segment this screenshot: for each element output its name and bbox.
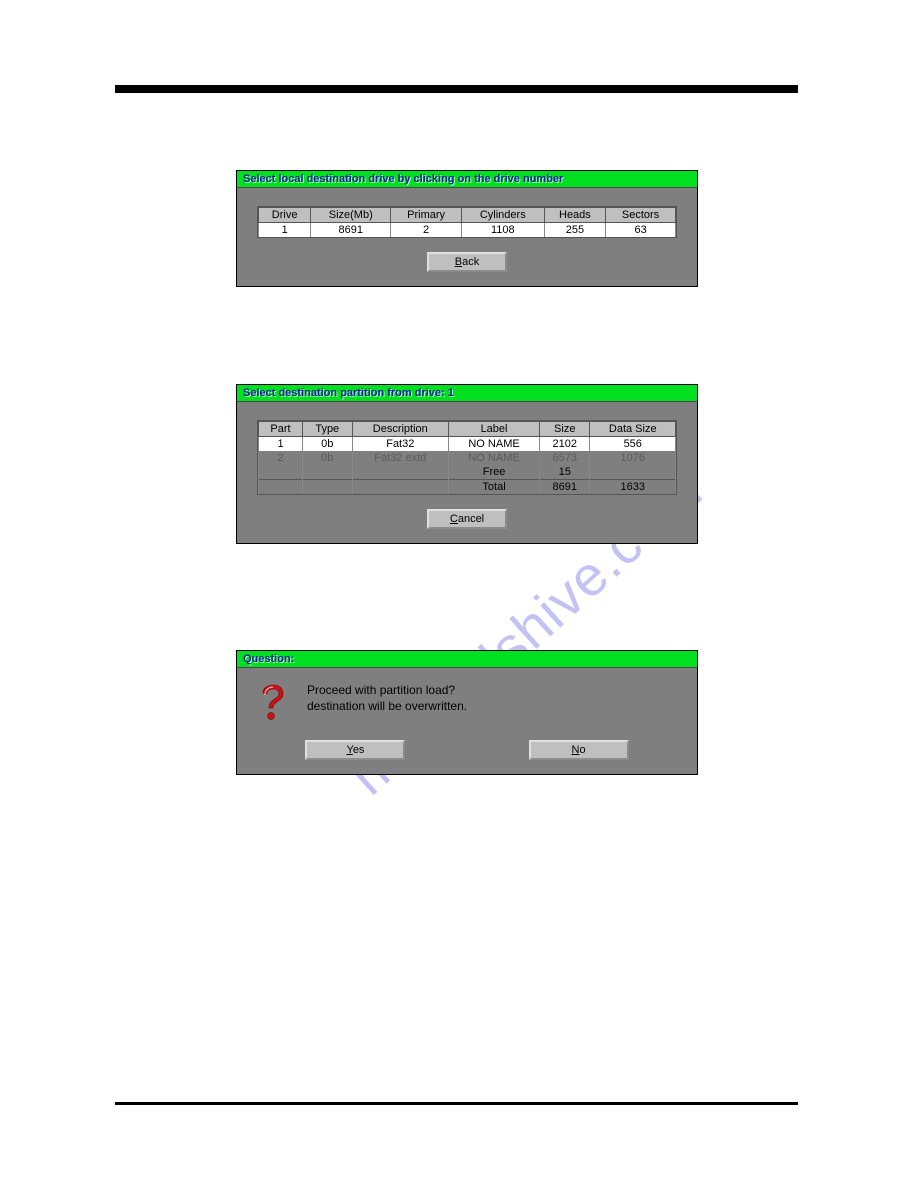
back-button[interactable]: Back	[427, 252, 507, 272]
table-row[interactable]: 1 0b Fat32 NO NAME 2102 556	[259, 437, 676, 452]
cell-primary: 2	[391, 223, 462, 238]
question-line2: destination will be overwritten.	[307, 698, 467, 714]
table-row: Total 8691 1633	[259, 480, 676, 495]
cell-drive: 1	[259, 223, 311, 238]
partition-table: Part Type Description Label Size Data Si…	[257, 420, 677, 495]
question-line1: Proceed with partition load?	[307, 682, 467, 698]
table-row: Free 15	[259, 465, 676, 480]
table-row: 2 0b Fat32 extd NO NAME 6573 1076	[259, 451, 676, 465]
drive-row[interactable]: 1 8691 2 1108 255 63	[259, 223, 676, 238]
drive-table: Drive Size(Mb) Primary Cylinders Heads S…	[257, 206, 677, 238]
question-body: Proceed with partition load? destination…	[237, 668, 697, 732]
col-heads: Heads	[544, 208, 606, 223]
select-drive-dialog: Select local destination drive by clicki…	[236, 170, 698, 287]
col-drive: Drive	[259, 208, 311, 223]
cell-heads: 255	[544, 223, 606, 238]
bottom-rule	[115, 1102, 798, 1105]
partition-header-row: Part Type Description Label Size Data Si…	[259, 422, 676, 437]
col-cylinders: Cylinders	[461, 208, 544, 223]
cell-sectors: 63	[606, 223, 676, 238]
question-mark-icon	[255, 684, 289, 724]
select-partition-body: Part Type Description Label Size Data Si…	[237, 402, 697, 543]
col-label: Label	[449, 422, 540, 437]
document-page: manualshive.com Select local destination…	[0, 0, 918, 1188]
no-button[interactable]: No	[529, 740, 629, 760]
question-text: Proceed with partition load? destination…	[307, 682, 467, 714]
col-size: Size(Mb)	[311, 208, 391, 223]
select-partition-title: Select destination partition from drive:…	[237, 385, 697, 402]
question-button-row: Yes No	[237, 732, 697, 774]
col-primary: Primary	[391, 208, 462, 223]
select-partition-dialog: Select destination partition from drive:…	[236, 384, 698, 544]
col-part: Part	[259, 422, 303, 437]
cell-cylinders: 1108	[461, 223, 544, 238]
question-title: Question:	[237, 651, 697, 668]
question-dialog: Question: Proceed with partition load? d…	[236, 650, 698, 775]
cell-size: 8691	[311, 223, 391, 238]
yes-button[interactable]: Yes	[305, 740, 405, 760]
select-drive-body: Drive Size(Mb) Primary Cylinders Heads S…	[237, 188, 697, 286]
cancel-button[interactable]: Cancel	[427, 509, 507, 529]
select-drive-title: Select local destination drive by clicki…	[237, 171, 697, 188]
drive-table-header-row: Drive Size(Mb) Primary Cylinders Heads S…	[259, 208, 676, 223]
col-sectors: Sectors	[606, 208, 676, 223]
top-rule	[115, 85, 798, 93]
col-psize: Size	[540, 422, 590, 437]
partition-button-row: Cancel	[257, 509, 677, 529]
drive-button-row: Back	[257, 252, 677, 272]
col-type: Type	[303, 422, 353, 437]
col-description: Description	[352, 422, 449, 437]
col-datasize: Data Size	[590, 422, 676, 437]
